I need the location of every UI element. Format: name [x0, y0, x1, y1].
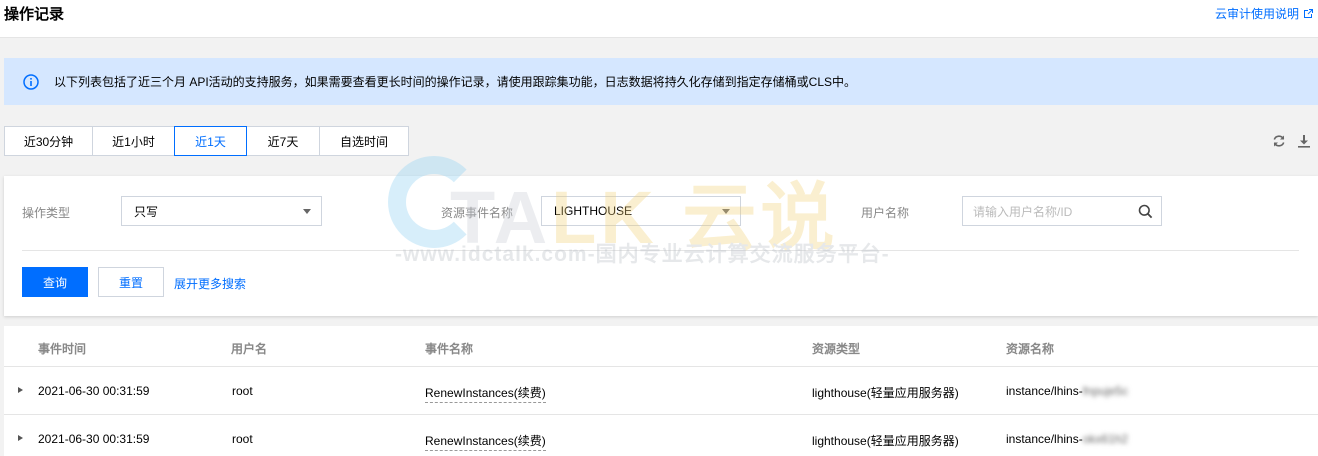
filter-panel: 操作类型 只写 资源事件名称 LIGHTHOUSE 用户名称 请输入用户名称/I…	[4, 176, 1318, 316]
expand-arrow-icon[interactable]	[18, 387, 23, 393]
expand-arrow-icon[interactable]	[18, 435, 23, 441]
resource-name-prefix: instance/lhins-	[1006, 432, 1083, 446]
notice-text: 以下列表包括了近三个月 API活动的支持服务，如果需要查看更长时间的操作记录，请…	[54, 75, 857, 89]
time-30min-button[interactable]: 近30分钟	[4, 126, 93, 156]
op-type-select[interactable]: 只写	[121, 196, 322, 226]
resource-name: instance/lhins-okx61h2	[1006, 432, 1128, 446]
user-search-input[interactable]: 请输入用户名称/ID	[962, 196, 1162, 226]
col-event-time: 事件时间	[38, 342, 87, 356]
external-link-icon[interactable]	[1303, 8, 1314, 19]
time-range-group: 近30分钟 近1小时 近1天 近7天 自选时间	[4, 126, 409, 156]
time-1hour-button[interactable]: 近1小时	[92, 126, 175, 156]
resource-name-masked: fnpuje5c	[1082, 384, 1129, 398]
event-name-value: LIGHTHOUSE	[554, 204, 633, 218]
user-search-placeholder: 请输入用户名称/ID	[973, 204, 1073, 219]
event-time: 2021-06-30 00:31:59	[38, 432, 150, 446]
doc-link-label[interactable]: 云审计使用说明	[1215, 5, 1299, 22]
event-table: 事件时间 用户名 事件名称 资源类型 资源名称 2021-06-30 00:31…	[4, 326, 1318, 456]
op-type-label: 操作类型	[22, 206, 71, 220]
time-1day-button[interactable]: 近1天	[174, 126, 247, 156]
doc-link[interactable]: 云审计使用说明	[1215, 5, 1314, 22]
search-icon[interactable]	[1138, 204, 1153, 219]
chevron-down-icon	[303, 209, 311, 214]
info-icon	[23, 73, 39, 90]
event-name-select[interactable]: LIGHTHOUSE	[541, 196, 741, 226]
user-link[interactable]: root	[232, 384, 253, 398]
page-title: 操作记录	[4, 6, 65, 23]
time-7day-button[interactable]: 近7天	[246, 126, 320, 156]
resource-name-masked: okx61h2	[1082, 432, 1129, 446]
event-name[interactable]: RenewInstances(续费)	[425, 384, 546, 403]
resource-name-prefix: instance/lhins-	[1006, 384, 1083, 398]
refresh-icon[interactable]	[1272, 134, 1286, 148]
info-notice: 以下列表包括了近三个月 API活动的支持服务，如果需要查看更长时间的操作记录，请…	[4, 58, 1318, 105]
table-row[interactable]: 2021-06-30 00:31:59 root RenewInstances(…	[4, 415, 1318, 456]
page-header: 操作记录 云审计使用说明	[0, 0, 1318, 38]
col-resource-name: 资源名称	[1006, 342, 1055, 356]
filter-divider	[22, 250, 1299, 251]
event-time: 2021-06-30 00:31:59	[38, 384, 150, 398]
query-button[interactable]: 查询	[22, 267, 88, 297]
event-name[interactable]: RenewInstances(续费)	[425, 432, 546, 451]
event-name-label: 资源事件名称	[441, 206, 514, 220]
col-user-name: 用户名	[231, 342, 268, 356]
col-event-name: 事件名称	[425, 342, 474, 356]
more-search-link[interactable]: 展开更多搜索	[174, 275, 246, 292]
user-link[interactable]: root	[232, 432, 253, 446]
col-resource-type: 资源类型	[812, 342, 861, 356]
table-row[interactable]: 2021-06-30 00:31:59 root RenewInstances(…	[4, 367, 1318, 415]
download-icon[interactable]	[1297, 134, 1311, 148]
resource-type: lighthouse(轻量应用服务器)	[812, 386, 959, 400]
chevron-down-icon	[722, 209, 730, 214]
custom-time-button[interactable]: 自选时间	[319, 126, 409, 156]
table-header: 事件时间 用户名 事件名称 资源类型 资源名称	[4, 326, 1318, 367]
user-name-label: 用户名称	[861, 206, 910, 220]
op-type-value: 只写	[134, 204, 159, 219]
resource-name: instance/lhins-fnpuje5c	[1006, 384, 1128, 398]
resource-type: lighthouse(轻量应用服务器)	[812, 434, 959, 448]
reset-button[interactable]: 重置	[98, 267, 164, 297]
